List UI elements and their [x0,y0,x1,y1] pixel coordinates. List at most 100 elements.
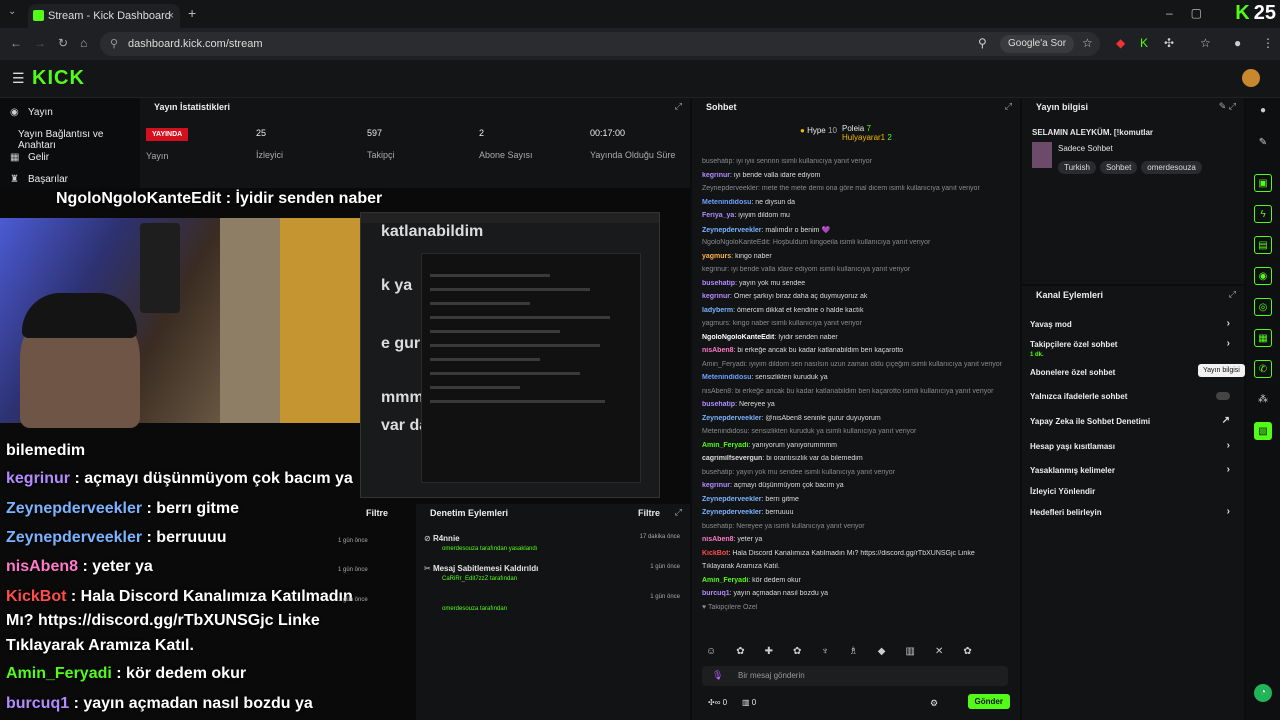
chat-username[interactable]: yagmurs [702,253,731,260]
tab-list-icon[interactable]: ⌄ [8,6,16,17]
action-emotes-only[interactable]: Yalnızca ifadelerle sohbet [1030,392,1236,401]
back-icon[interactable]: ← [10,36,22,50]
menu-dots-icon[interactable]: ⋮ [1262,36,1274,50]
chat-username[interactable]: Metenindidosu [702,199,751,206]
bookmark-star-icon[interactable]: ☆ [1082,36,1093,50]
clip-icon[interactable]: ▧ [1254,422,1272,440]
action-ai-moderation[interactable]: Yapay Zeka ile Sohbet Denetimi ↗ [1030,415,1236,426]
chat-message: Metenindidosu: sensizlikten kuruduk ya [702,374,1012,381]
extension-red-icon[interactable]: ◆ [1116,36,1125,50]
chat-bubble-icon[interactable]: ◉ [1254,267,1272,285]
close-tab-icon[interactable]: × [168,4,174,28]
expand-icon[interactable]: ⤢ [1005,101,1012,112]
chat-message: cagrimilfsevergun: bi orantısızlık var d… [702,455,1012,462]
status-dot-icon[interactable]: ● [1254,102,1272,120]
chat-username[interactable]: cagrimilfsevergun [702,455,762,462]
chat-username[interactable]: nisAben8 [702,347,734,354]
sidebar-item-yayin[interactable]: ◉ Yayın [0,107,138,118]
wrench-icon[interactable]: ✆ [1254,360,1272,378]
action-followers-only[interactable]: Takipçilere özel sohbet 1 dk. › [1030,338,1236,358]
zoom-search-icon[interactable]: ⚲ [978,36,987,50]
chat-message: Zeynepderveekler: malımdır o benim 💜 [702,226,1012,234]
hamburger-menu-icon[interactable]: ☰ [12,70,25,87]
action-account-age[interactable]: Hesap yaşı kısıtlaması › [1030,440,1236,451]
expand-icon[interactable]: ⤢ [675,507,682,518]
chat-username[interactable]: Amin_Feryadi [702,577,748,584]
server-icon[interactable]: ▦ [1254,329,1272,347]
chat-username[interactable]: busehatip [702,401,735,408]
action-goals[interactable]: Hedefleri belirleyin › [1030,506,1236,517]
emotes-only-toggle[interactable] [1216,392,1230,400]
window-controls[interactable]: –▢ [1166,6,1220,20]
chat-username[interactable]: burcuq1 [702,590,730,597]
forward-icon[interactable]: → [34,36,46,50]
mic-icon[interactable]: 🎙 [712,670,723,681]
settings-icon[interactable]: ⚙ [930,698,938,709]
chat-username[interactable]: kegrinur [702,172,730,179]
pencil-icon[interactable]: ✎ [1254,134,1272,152]
chat-input[interactable]: Bir mesaj gönderin [702,666,1008,686]
reload-icon[interactable]: ↻ [58,36,68,50]
left-filter-button[interactable]: Filtre [366,504,388,522]
tag[interactable]: Turkish [1058,161,1096,174]
chat-text: busehatip: iyi iyiii sennnn isimli kulla… [702,158,873,165]
kick-logo[interactable]: KICK [32,67,85,90]
chat-text: : sensizlikten kuruduk ya [751,374,828,381]
chat-username[interactable]: kegrinur [702,293,730,300]
chat-username[interactable]: Zeynepderveekler [702,415,762,422]
chat-username[interactable]: kegrinur [702,482,730,489]
chat-text: : bi erkeğe ancak bu kadar katlanabildim… [733,347,904,354]
chat-text: : iyi bende valla idare ediyom [730,171,821,179]
chat-username[interactable]: Amin_Feryadi [702,442,748,449]
broadcast-icon[interactable]: ◎ [1254,298,1272,316]
sidebar-item-basarilar[interactable]: ♜ Başarılar [0,174,138,185]
chat-username[interactable]: nisAben8 [702,536,734,543]
chat-text: : kör dedem okur [748,576,801,584]
action-raid[interactable]: İzleyici Yönlendir [1030,487,1236,496]
chat-username[interactable]: KickBot [702,550,728,557]
expand-icon[interactable]: ⤢ [1229,289,1236,300]
extensions-puzzle-icon[interactable]: ✣ [1164,36,1174,50]
chat-text: : yayın yok mu sendee [735,279,806,287]
new-tab-icon[interactable]: + [188,5,196,21]
chat-username[interactable]: Feriya_ya [702,212,734,219]
chat-username[interactable]: Metenindidosu [702,374,751,381]
kick-extension-icon[interactable]: K [1140,36,1148,50]
chat-username[interactable]: ladyberm [702,307,733,314]
chat-message: Zeynepderveekler: mete the mete demi ona… [702,185,1012,192]
browser-tab[interactable]: Stream - Kick Dashboard × [28,4,180,28]
users-icon[interactable]: ⁂ [1254,391,1272,409]
send-button[interactable]: Gönder [967,694,1010,709]
chat-message: nisAben8: bi erkeğe ancak bu kadar katla… [702,347,1012,354]
action-banned-words[interactable]: Yasaklanmış kelimeler › [1030,464,1236,475]
chat-username[interactable]: Zeynepderveekler [702,509,762,516]
edit-icon[interactable]: ✎ ⤢ [1219,101,1236,112]
action-slow-mode[interactable]: Yavaş mod › [1030,318,1236,329]
chat-username[interactable]: NgoloNgoloKanteEdit [702,334,774,341]
document-icon[interactable]: ▤ [1254,236,1272,254]
chat-message: Metenindidosu: sensizlikten kuruduk ya i… [702,428,1012,435]
camera-icon[interactable]: ▣ [1254,174,1272,192]
tag[interactable]: omerdesouza [1141,161,1202,174]
profile-icon[interactable]: ● [1234,36,1241,50]
bookmarks-icon[interactable]: ☆ [1200,36,1211,50]
chat-message: yagmurs: kingo naber [702,253,1012,260]
chat-username[interactable]: Zeynepderveekler [702,496,762,503]
lightning-icon[interactable]: ϟ [1254,205,1272,223]
chat-text: Amin_Feryadi: iyiyim dildom sen nasılsın… [702,360,1002,368]
google-ask-button[interactable]: Google'a Sor [1000,35,1075,53]
help-chat-icon[interactable]: ◔ [1254,684,1272,702]
top-supporters: Poleia 7 Hulyayarar1 2 [842,124,892,142]
chat-username[interactable]: Zeynepderveekler [702,227,762,234]
sidebar-item-gelir[interactable]: ▦ Gelir [0,152,138,163]
emote-bar[interactable]: ☺✿✚✿♆♗◆▥✕✿ [706,646,992,657]
streamer-hair [22,293,137,338]
sidebar-item-stream-key[interactable]: Yayın Bağlantısı ve Anahtarı [0,129,138,151]
chat-username[interactable]: busehatip [702,280,735,287]
tag[interactable]: Sohbet [1099,161,1138,174]
mod-filter-button[interactable]: Filtre [638,504,660,522]
user-avatar[interactable] [1242,69,1260,87]
url-bar[interactable]: dashboard.kick.com/stream [100,32,1100,56]
expand-icon[interactable]: ⤢ [675,101,682,112]
home-icon[interactable]: ⌂ [80,36,87,50]
